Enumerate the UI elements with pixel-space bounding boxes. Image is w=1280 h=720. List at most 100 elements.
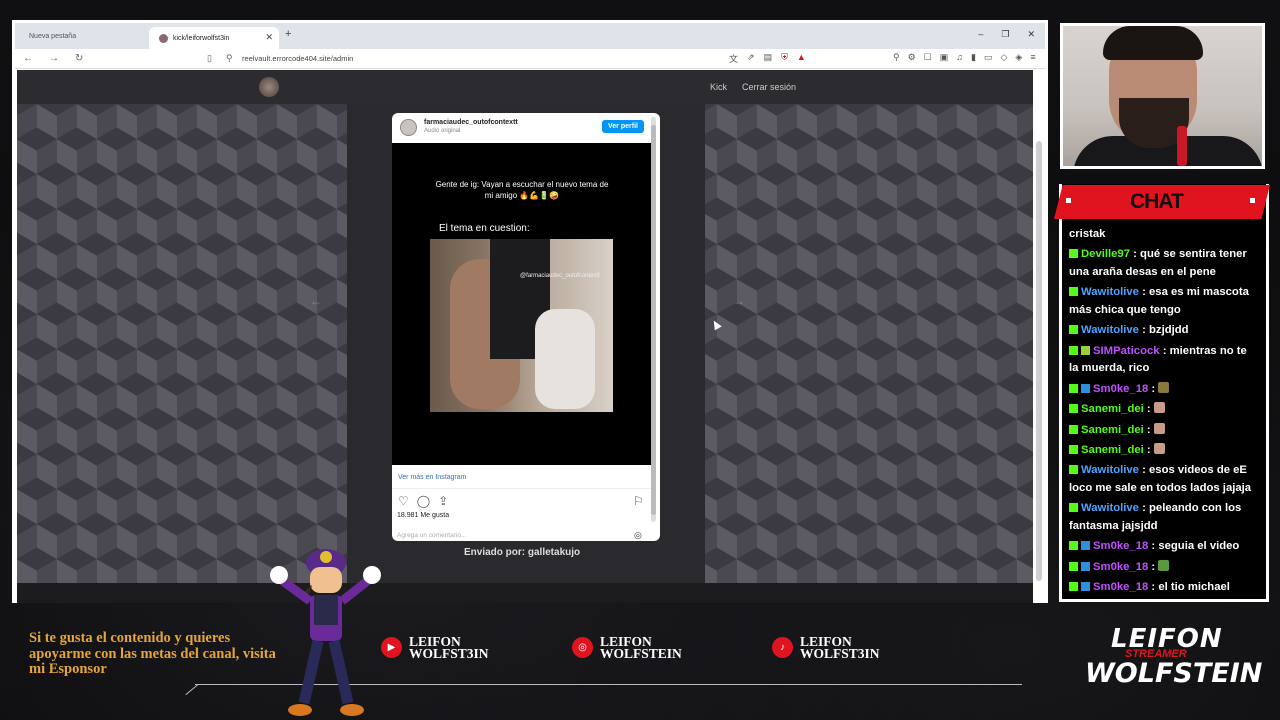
music-icon[interactable]: ♫ bbox=[956, 52, 963, 63]
chat-username[interactable]: Wawitolive bbox=[1081, 464, 1139, 476]
bookmark-icon[interactable]: ▯ bbox=[207, 53, 212, 64]
chat-username[interactable]: Sm0ke_18 bbox=[1093, 540, 1148, 552]
site-info-icon[interactable]: ⚲ bbox=[226, 53, 233, 64]
next-arrow-icon[interactable]: → bbox=[733, 294, 745, 308]
alert-icon[interactable]: ▲ bbox=[797, 52, 806, 65]
sub-badge-icon bbox=[1081, 561, 1090, 571]
chat-username[interactable]: Sanemi_dei bbox=[1081, 424, 1144, 436]
minimize-icon[interactable]: – bbox=[978, 29, 983, 40]
stream-overlay: Nueva pestaña kick/leiforwolfst3in ✕ + –… bbox=[0, 0, 1280, 720]
menu-icon[interactable]: ≡ bbox=[1030, 52, 1035, 63]
sidebar-icon[interactable]: ▮ bbox=[971, 52, 976, 63]
logout-link[interactable]: Cerrar sesión bbox=[742, 82, 796, 92]
reader-icon[interactable]: ▤ bbox=[764, 52, 773, 65]
comment-icon[interactable]: ◯ bbox=[417, 494, 430, 508]
sub-badge-icon bbox=[1081, 582, 1090, 592]
tab-kick[interactable]: kick/leiforwolfst3in ✕ bbox=[149, 27, 279, 49]
view-profile-button[interactable]: Ver perfil bbox=[602, 120, 644, 133]
chat-username[interactable]: Sanemi_dei bbox=[1081, 403, 1144, 415]
embed-scrollbar[interactable] bbox=[651, 117, 656, 522]
site-logo[interactable] bbox=[259, 77, 279, 97]
reload-icon[interactable]: ↻ bbox=[75, 53, 83, 64]
url-text[interactable]: reelvault.errorcode404.site/admin bbox=[242, 54, 353, 63]
chat-message: Wawitolive : esa es mi mascota más chica… bbox=[1069, 286, 1249, 316]
chat-message: cristak bbox=[1069, 226, 1259, 244]
chat-messages: cristak Deville97 : qué se sentira tener … bbox=[1069, 226, 1259, 599]
clip-title: El tema en cuestion: bbox=[439, 223, 530, 234]
kick-badge-icon bbox=[1069, 503, 1078, 513]
see-more-link[interactable]: Ver más en Instagram bbox=[398, 474, 466, 481]
notes-icon[interactable]: ☐ bbox=[924, 52, 932, 63]
emote-icon bbox=[1158, 381, 1170, 393]
chat-username[interactable]: Sanemi_dei bbox=[1081, 444, 1144, 456]
close-tab-icon[interactable]: ✕ bbox=[265, 32, 273, 43]
chat-username[interactable]: Sm0ke_18 bbox=[1093, 383, 1148, 395]
sponsor-promo: Si te gusta el contenido y quieres apoya… bbox=[29, 630, 276, 677]
leo-icon[interactable]: ◇ bbox=[1000, 52, 1007, 63]
translate-icon[interactable]: 文 bbox=[729, 52, 738, 65]
shield-icon[interactable]: ⛨ bbox=[781, 52, 788, 65]
chat-text: el tio michael bbox=[1158, 581, 1230, 594]
tab-new[interactable]: Nueva pestaña bbox=[19, 27, 145, 49]
post-audio: Audio original bbox=[424, 128, 461, 134]
tabs-icon[interactable]: ▣ bbox=[940, 52, 949, 63]
wallet-icon[interactable]: ▭ bbox=[984, 52, 993, 63]
chat-username[interactable]: Deville97 bbox=[1081, 248, 1130, 260]
emote-icon bbox=[1153, 402, 1165, 414]
save-icon[interactable]: ⚐ bbox=[633, 494, 644, 508]
instagram-icon: ◎ bbox=[572, 637, 593, 658]
scroll-thumb[interactable] bbox=[651, 125, 656, 515]
chat-username[interactable]: SIMPaticock bbox=[1093, 345, 1160, 357]
reel-viewer: ← → farmaciaudec_outofcontextt Audio ori… bbox=[310, 104, 745, 583]
chat-username[interactable]: Sm0ke_18 bbox=[1093, 561, 1148, 573]
close-window-icon[interactable]: ✕ bbox=[1027, 29, 1035, 40]
post-actions: ♡ ◯ ⇪ bbox=[398, 494, 448, 508]
forward-icon[interactable]: → bbox=[49, 53, 59, 64]
chat-message: Wawitolive : peleando con los fantasma j… bbox=[1069, 502, 1242, 532]
pin-icon[interactable]: ⚲ bbox=[893, 52, 900, 63]
chat-message: Sm0ke_18 : el tio michael bbox=[1069, 579, 1259, 597]
instagram-embed: farmaciaudec_outofcontextt Audio origina… bbox=[392, 113, 660, 541]
chat-username[interactable]: Wawitolive bbox=[1081, 324, 1139, 336]
chat-message: Deville97 : qué se sentira tener una ara… bbox=[1069, 248, 1247, 278]
chat-message: Sm0ke_18 : bbox=[1069, 381, 1259, 399]
maximize-icon[interactable]: ❐ bbox=[1001, 29, 1009, 40]
comment-input[interactable]: Agrega un comentario... bbox=[397, 532, 466, 539]
chat-message: SIMPaticock : mientras no te la muerda, … bbox=[1069, 344, 1247, 375]
chat-text: seguia el video bbox=[1158, 540, 1240, 553]
video-player[interactable]: Gente de ig: Vayan a escuchar el nuevo t… bbox=[392, 143, 651, 465]
plus-badge-icon bbox=[1081, 345, 1090, 355]
nav-kick-link[interactable]: Kick bbox=[710, 82, 727, 92]
kick-badge-icon bbox=[1069, 465, 1078, 475]
post-username[interactable]: farmaciaudec_outofcontextt bbox=[424, 119, 518, 126]
chat-username[interactable]: Sm0ke_18 bbox=[1093, 581, 1148, 593]
emote-icon bbox=[1158, 559, 1170, 571]
divider bbox=[392, 488, 651, 489]
extensions-icon[interactable]: ⚙ bbox=[908, 52, 916, 63]
chat-username[interactable]: Wawitolive bbox=[1081, 502, 1139, 514]
instagram-icon[interactable]: ◎ bbox=[634, 530, 642, 541]
new-tab-icon[interactable]: + bbox=[285, 28, 291, 40]
chat-username[interactable]: Wawitolive bbox=[1081, 286, 1139, 298]
kick-badge-icon bbox=[1069, 325, 1078, 335]
page-scrollbar[interactable] bbox=[1036, 141, 1042, 581]
tab-label: Nueva pestaña bbox=[29, 33, 77, 40]
share-icon[interactable]: ⇗ bbox=[747, 52, 755, 65]
chat-header: CHAT bbox=[1054, 185, 1270, 219]
prev-arrow-icon[interactable]: ← bbox=[310, 294, 322, 308]
post-header: farmaciaudec_outofcontextt Audio origina… bbox=[392, 113, 650, 143]
kick-badge-icon bbox=[1069, 561, 1078, 571]
web-page: Kick Cerrar sesión ← → farmaciaudec_outo… bbox=[17, 70, 1033, 583]
vpn-icon[interactable]: ◈ bbox=[1015, 52, 1022, 63]
chat-message: Sanemi_dei : bbox=[1069, 442, 1259, 460]
sub-badge-icon bbox=[1081, 383, 1090, 393]
tab-bar: Nueva pestaña kick/leiforwolfst3in ✕ + –… bbox=[15, 23, 1045, 49]
share-icon[interactable]: ⇪ bbox=[438, 494, 448, 508]
heart-icon[interactable]: ♡ bbox=[398, 494, 409, 508]
back-icon[interactable]: ← bbox=[23, 53, 33, 64]
sender-label: Enviado por: galletakujo bbox=[464, 547, 581, 558]
avatar[interactable] bbox=[400, 119, 417, 136]
webcam-figure bbox=[1103, 26, 1203, 60]
tiktok-icon: ♪ bbox=[772, 637, 793, 658]
chat-message: Sanemi_dei : bbox=[1069, 422, 1259, 440]
